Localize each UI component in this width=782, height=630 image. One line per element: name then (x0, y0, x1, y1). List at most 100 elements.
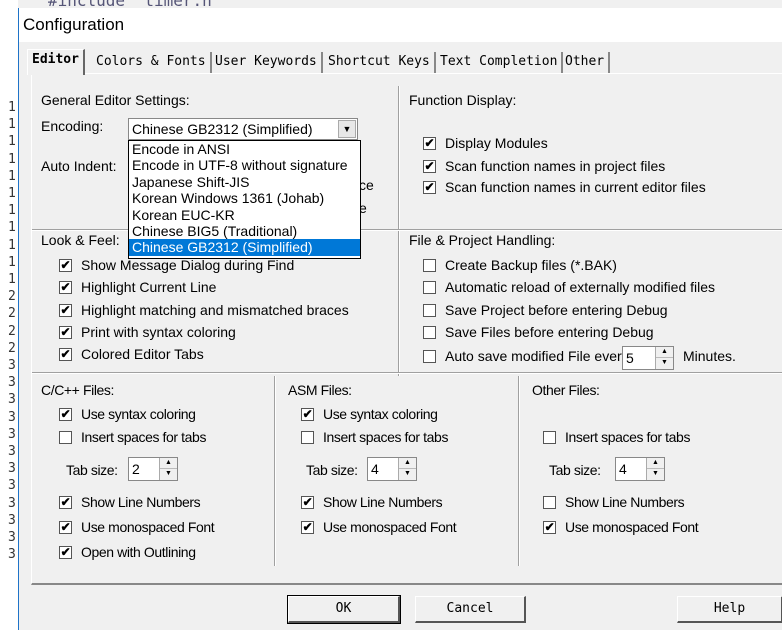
look-feel-checkbox[interactable]: ✔ Show Message Dialog during Find (59, 257, 294, 273)
checkbox-checked-icon[interactable]: ✔ (301, 495, 314, 509)
file-project-checkbox[interactable]: Automatic reload of externally modified … (423, 279, 715, 295)
checkbox-checked-icon[interactable]: ✔ (423, 180, 436, 194)
checkbox-checked-icon[interactable]: ✔ (59, 347, 72, 361)
spinner-buttons[interactable]: ▲ ▼ (159, 458, 177, 480)
spinner-buttons[interactable]: ▲ ▼ (655, 347, 673, 369)
line-number: 3 (8, 495, 16, 511)
asm-tab-size-spinner[interactable]: 4 ▲ ▼ (367, 457, 417, 481)
checkbox-unchecked-icon[interactable] (423, 258, 436, 272)
checkbox-unchecked-icon[interactable] (423, 325, 436, 339)
checkbox-unchecked-icon[interactable] (543, 495, 556, 509)
asm-line-numbers-checkbox[interactable]: ✔ Show Line Numbers (301, 494, 443, 510)
cpp-syntax-coloring-checkbox[interactable]: ✔ Use syntax coloring (59, 406, 196, 422)
spinner-buttons[interactable]: ▲ ▼ (646, 458, 664, 480)
look-feel-checkbox[interactable]: ✔ Print with syntax coloring (59, 324, 236, 340)
encoding-option[interactable]: Japanese Shift-JIS (129, 174, 360, 190)
spin-down-icon[interactable]: ▼ (160, 469, 177, 480)
look-feel-checkbox[interactable]: ✔ Highlight matching and mismatched brace… (59, 302, 349, 318)
checkbox-unchecked-icon[interactable] (423, 349, 436, 363)
tab-user-keywords[interactable]: User Keywords (211, 52, 323, 74)
spinner-value[interactable]: 5 (626, 350, 634, 366)
dialog-title: Configuration (23, 15, 125, 34)
spin-down-icon[interactable]: ▼ (647, 469, 664, 480)
spin-up-icon[interactable]: ▲ (656, 347, 673, 358)
checkbox-checked-icon[interactable]: ✔ (59, 407, 72, 421)
checkbox-label: Scan function names in project files (445, 158, 666, 174)
tab-colors-fonts[interactable]: Colors & Fonts (92, 52, 212, 74)
checkbox-label: Insert spaces for tabs (81, 429, 207, 445)
spin-down-icon[interactable]: ▼ (399, 469, 416, 480)
checkbox-unchecked-icon[interactable] (301, 430, 314, 444)
checkbox-checked-icon[interactable]: ✔ (59, 545, 72, 559)
checkbox-unchecked-icon[interactable] (423, 303, 436, 317)
asm-monospaced-font-checkbox[interactable]: ✔ Use monospaced Font (301, 519, 457, 535)
encoding-option[interactable]: Chinese BIG5 (Traditional) (129, 223, 360, 239)
spinner-buttons[interactable]: ▲ ▼ (398, 458, 416, 480)
encoding-option[interactable]: Encode in ANSI (129, 141, 360, 157)
checkbox-label: Use syntax coloring (323, 406, 438, 422)
help-button[interactable]: Help (677, 596, 782, 623)
checkbox-unchecked-icon[interactable] (423, 280, 436, 294)
cpp-outlining-checkbox[interactable]: ✔ Open with Outlining (59, 544, 196, 560)
spinner-value[interactable]: 2 (132, 461, 140, 477)
encoding-option[interactable]: Chinese GB2312 (Simplified) (129, 239, 360, 256)
spin-up-icon[interactable]: ▲ (647, 458, 664, 469)
spinner-value[interactable]: 4 (371, 461, 379, 477)
tab-text-completion[interactable]: Text Completion (436, 52, 564, 74)
other-line-numbers-checkbox[interactable]: Show Line Numbers (543, 494, 685, 510)
function-display-checkbox[interactable]: ✔ Scan function names in project files (423, 158, 665, 174)
checkbox-checked-icon[interactable]: ✔ (423, 159, 436, 173)
checkbox-checked-icon[interactable]: ✔ (59, 325, 72, 339)
cancel-button[interactable]: Cancel (415, 596, 526, 623)
checkbox-checked-icon[interactable]: ✔ (59, 303, 72, 317)
encoding-select[interactable]: Chinese GB2312 (Simplified) ▼ (128, 118, 358, 140)
file-project-checkbox[interactable]: Save Project before entering Debug (423, 302, 668, 318)
look-feel-checkbox[interactable]: ✔ Colored Editor Tabs (59, 346, 204, 362)
other-monospaced-font-checkbox[interactable]: ✔ Use monospaced Font (543, 519, 699, 535)
other-insert-spaces-checkbox[interactable]: Insert spaces for tabs (543, 429, 690, 445)
checkbox-checked-icon[interactable]: ✔ (543, 520, 556, 534)
checkbox-checked-icon[interactable]: ✔ (59, 280, 72, 294)
look-feel-checkbox[interactable]: ✔ Highlight Current Line (59, 279, 216, 295)
tab-shortcut-keys[interactable]: Shortcut Keys (324, 52, 436, 74)
title-bar[interactable]: Configuration (19, 8, 782, 42)
line-number: 3 (8, 409, 16, 425)
checkbox-checked-icon[interactable]: ✔ (59, 495, 72, 509)
spinner-value[interactable]: 4 (619, 461, 627, 477)
encoding-option[interactable]: Korean Windows 1361 (Johab) (129, 190, 360, 206)
checkbox-label: Scan function names in current editor fi… (445, 179, 706, 195)
checkbox-checked-icon[interactable]: ✔ (301, 407, 314, 421)
encoding-option[interactable]: Korean EUC-KR (129, 207, 360, 223)
chevron-down-icon[interactable]: ▼ (338, 120, 356, 138)
asm-insert-spaces-checkbox[interactable]: Insert spaces for tabs (301, 429, 448, 445)
tab-editor[interactable]: Editor (27, 49, 85, 75)
checkbox-checked-icon[interactable]: ✔ (59, 520, 72, 534)
spin-up-icon[interactable]: ▲ (160, 458, 177, 469)
cpp-insert-spaces-checkbox[interactable]: Insert spaces for tabs (59, 429, 206, 445)
spin-up-icon[interactable]: ▲ (399, 458, 416, 469)
encoding-option[interactable]: Encode in UTF-8 without signature (129, 157, 360, 173)
cpp-line-numbers-checkbox[interactable]: ✔ Show Line Numbers (59, 494, 201, 510)
checkbox-checked-icon[interactable]: ✔ (301, 520, 314, 534)
editor-gutter: 111111111112222333333333333 (0, 0, 18, 630)
function-display-checkbox[interactable]: ✔ Display Modules (423, 135, 548, 151)
asm-syntax-coloring-checkbox[interactable]: ✔ Use syntax coloring (301, 406, 438, 422)
autosave-interval-spinner[interactable]: 5 ▲ ▼ (622, 346, 674, 370)
checkbox-checked-icon[interactable]: ✔ (423, 136, 436, 150)
other-tab-size-spinner[interactable]: 4 ▲ ▼ (615, 457, 665, 481)
cpp-monospaced-font-checkbox[interactable]: ✔ Use monospaced Font (59, 519, 215, 535)
function-display-checkbox[interactable]: ✔ Scan function names in current editor f… (423, 179, 706, 195)
cpp-tab-size-spinner[interactable]: 2 ▲ ▼ (128, 457, 178, 481)
spin-down-icon[interactable]: ▼ (656, 358, 673, 369)
tab-other[interactable]: Other (561, 52, 611, 74)
file-project-checkbox[interactable]: Auto save modified File every (423, 348, 629, 364)
checkbox-checked-icon[interactable]: ✔ (59, 258, 72, 272)
checkbox-unchecked-icon[interactable] (59, 430, 72, 444)
line-number: 1 (8, 237, 16, 253)
file-project-checkbox[interactable]: Create Backup files (*.BAK) (423, 257, 617, 273)
checkbox-unchecked-icon[interactable] (543, 430, 556, 444)
ok-button[interactable]: OK (287, 595, 401, 624)
checkbox-label: Insert spaces for tabs (323, 429, 449, 445)
encoding-dropdown-list[interactable]: Encode in ANSI Encode in UTF-8 without si… (128, 140, 361, 259)
file-project-checkbox[interactable]: Save Files before entering Debug (423, 324, 654, 340)
